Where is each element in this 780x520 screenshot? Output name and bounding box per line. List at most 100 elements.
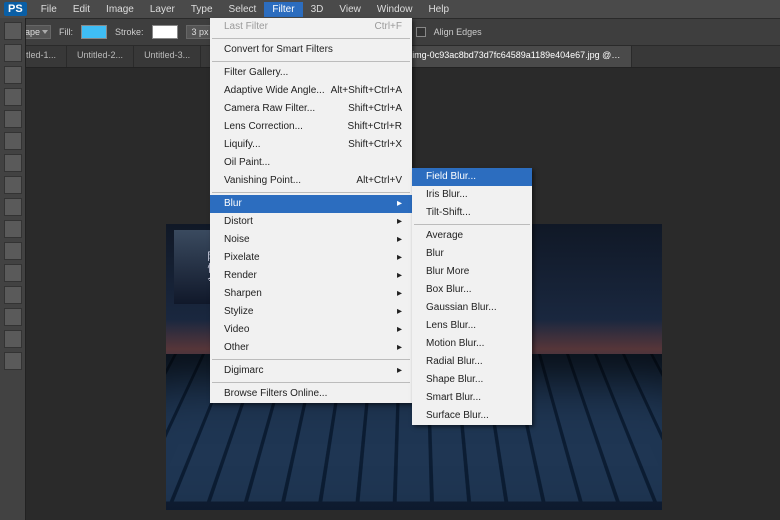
menu-item-shortcut: Alt+Ctrl+V (356, 174, 402, 188)
tool-slot[interactable] (4, 44, 22, 62)
menu-item-label: Convert for Smart Filters (224, 43, 333, 57)
menu-item-label: Surface Blur... (426, 409, 489, 423)
menu-item-browse-filters-online[interactable]: Browse Filters Online... (210, 385, 412, 403)
menu-item-label: Gaussian Blur... (426, 301, 497, 315)
menu-item-pixelate[interactable]: Pixelate▸ (210, 249, 412, 267)
tool-slot[interactable] (4, 66, 22, 84)
tool-slot[interactable] (4, 286, 22, 304)
tool-slot[interactable] (4, 132, 22, 150)
menu-item-label: Last Filter (224, 20, 268, 34)
tool-slot[interactable] (4, 220, 22, 238)
menu-item-iris-blur[interactable]: Iris Blur... (412, 186, 532, 204)
menu-item-lens-blur[interactable]: Lens Blur... (412, 317, 532, 335)
menu-image[interactable]: Image (98, 2, 142, 17)
menu-item-oil-paint[interactable]: Oil Paint... (210, 154, 412, 172)
menu-item-liquify[interactable]: Liquify...Shift+Ctrl+X (210, 136, 412, 154)
menu-separator (212, 38, 410, 39)
fill-label: Fill: (59, 27, 73, 37)
menu-item-label: Tilt-Shift... (426, 206, 471, 220)
menu-item-distort[interactable]: Distort▸ (210, 213, 412, 231)
submenu-arrow-icon: ▸ (397, 305, 402, 319)
menu-item-blur[interactable]: Blur (412, 245, 532, 263)
document-tab[interactable]: Untitled-3... (134, 46, 201, 67)
menu-item-label: Blur (224, 197, 242, 211)
menu-separator (212, 192, 410, 193)
document-tab[interactable]: Untitled-2... (67, 46, 134, 67)
submenu-arrow-icon: ▸ (397, 341, 402, 355)
submenu-arrow-icon: ▸ (397, 364, 402, 378)
tool-slot[interactable] (4, 110, 22, 128)
menu-3d[interactable]: 3D (303, 2, 332, 17)
submenu-arrow-icon: ▸ (397, 197, 402, 211)
menu-layer[interactable]: Layer (142, 2, 183, 17)
menu-item-label: Vanishing Point... (224, 174, 301, 188)
tool-slot[interactable] (4, 154, 22, 172)
menu-item-lens-correction[interactable]: Lens Correction...Shift+Ctrl+R (210, 118, 412, 136)
menu-item-other[interactable]: Other▸ (210, 339, 412, 357)
menu-window[interactable]: Window (369, 2, 421, 17)
menu-item-label: Noise (224, 233, 250, 247)
menu-item-shortcut: Alt+Shift+Ctrl+A (331, 84, 402, 98)
tool-slot[interactable] (4, 330, 22, 348)
menu-item-label: Motion Blur... (426, 337, 484, 351)
tool-slot[interactable] (4, 308, 22, 326)
submenu-arrow-icon: ▸ (397, 251, 402, 265)
menu-item-label: Lens Blur... (426, 319, 476, 333)
menu-separator (212, 61, 410, 62)
align-edges-checkbox[interactable] (416, 27, 426, 37)
menu-item-video[interactable]: Video ▸ (210, 321, 412, 339)
menu-item-last-filter[interactable]: Last Filter Ctrl+F (210, 18, 412, 36)
menu-item-blur-more[interactable]: Blur More (412, 263, 532, 281)
menu-item-label: Adaptive Wide Angle... (224, 84, 325, 98)
menu-item-radial-blur[interactable]: Radial Blur... (412, 353, 532, 371)
menu-view[interactable]: View (331, 2, 369, 17)
menu-item-smart-blur[interactable]: Smart Blur... (412, 389, 532, 407)
menu-item-label: Iris Blur... (426, 188, 468, 202)
menu-select[interactable]: Select (221, 2, 265, 17)
submenu-arrow-icon: ▸ (397, 215, 402, 229)
menu-type[interactable]: Type (183, 2, 221, 17)
menu-item-label: Video (224, 323, 249, 337)
menubar: PS FileEditImageLayerTypeSelectFilter3DV… (0, 0, 780, 18)
blur-submenu: Field Blur... Iris Blur... Tilt-Shift... Av… (412, 168, 532, 425)
menu-separator (414, 224, 530, 225)
menu-item-filter-gallery[interactable]: Filter Gallery... (210, 64, 412, 82)
menu-help[interactable]: Help (420, 2, 457, 17)
menu-item-digimarc[interactable]: Digimarc▸ (210, 362, 412, 380)
menu-item-camera-raw[interactable]: Camera Raw Filter...Shift+Ctrl+A (210, 100, 412, 118)
tool-slot[interactable] (4, 22, 22, 40)
menu-item-vanishing-point[interactable]: Vanishing Point... Alt+Ctrl+V (210, 172, 412, 190)
menu-item-adaptive-wide-angle[interactable]: Adaptive Wide Angle... Alt+Shift+Ctrl+A (210, 82, 412, 100)
menu-item-label: Field Blur... (426, 170, 476, 184)
tool-slot[interactable] (4, 242, 22, 260)
document-tab[interactable]: img-0c93ac8bd73d7fc64589a1189e404e67.jpg… (402, 46, 632, 67)
menu-file[interactable]: File (33, 2, 65, 17)
menu-item-shape-blur[interactable]: Shape Blur... (412, 371, 532, 389)
menu-item-label: Radial Blur... (426, 355, 483, 369)
menu-item-noise[interactable]: Noise▸ (210, 231, 412, 249)
menu-item-label: Browse Filters Online... (224, 387, 327, 401)
menu-item-blur[interactable]: Blur ▸ (210, 195, 412, 213)
stroke-swatch[interactable] (152, 25, 178, 39)
menu-item-box-blur[interactable]: Box Blur... (412, 281, 532, 299)
menu-edit[interactable]: Edit (65, 2, 98, 17)
submenu-arrow-icon: ▸ (397, 323, 402, 337)
menu-item-surface-blur[interactable]: Surface Blur... (412, 407, 532, 425)
fill-swatch[interactable] (81, 25, 107, 39)
menu-item-sharpen[interactable]: Sharpen▸ (210, 285, 412, 303)
menu-filter[interactable]: Filter (264, 2, 302, 17)
menu-item-average[interactable]: Average (412, 227, 532, 245)
menu-item-label: Blur More (426, 265, 469, 279)
tool-slot[interactable] (4, 198, 22, 216)
menu-item-render[interactable]: Render▸ (210, 267, 412, 285)
menu-item-convert-smart-filters[interactable]: Convert for Smart Filters (210, 41, 412, 59)
menu-item-motion-blur[interactable]: Motion Blur... (412, 335, 532, 353)
menu-item-field-blur[interactable]: Field Blur... (412, 168, 532, 186)
tool-slot[interactable] (4, 88, 22, 106)
menu-item-tilt-shift[interactable]: Tilt-Shift... (412, 204, 532, 222)
menu-item-gaussian-blur[interactable]: Gaussian Blur... (412, 299, 532, 317)
tool-slot[interactable] (4, 264, 22, 282)
tool-slot[interactable] (4, 352, 22, 370)
tool-slot[interactable] (4, 176, 22, 194)
menu-item-stylize[interactable]: Stylize▸ (210, 303, 412, 321)
